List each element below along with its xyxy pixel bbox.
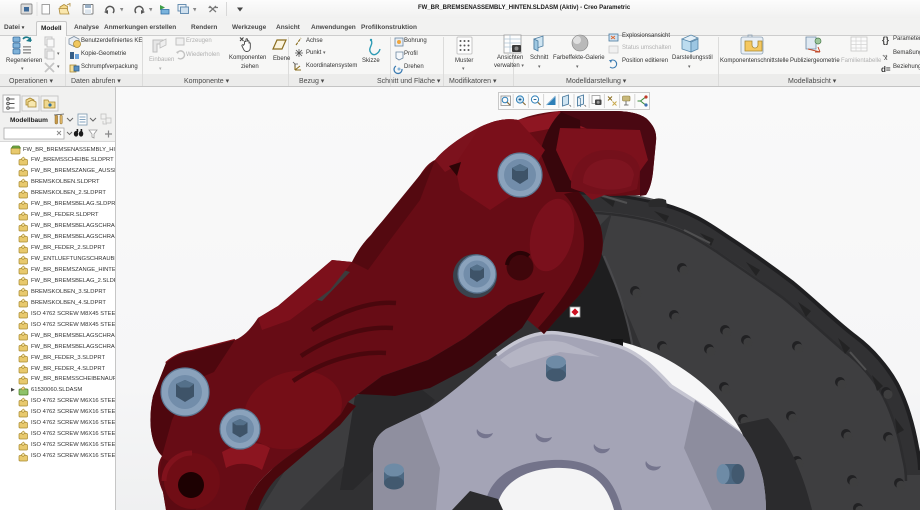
- svg-text:x: x: [884, 55, 888, 62]
- svg-text:d=: d=: [881, 65, 891, 74]
- svg-text:{}: {}: [882, 35, 890, 45]
- svg-text:Modellbaum: Modellbaum: [10, 117, 48, 124]
